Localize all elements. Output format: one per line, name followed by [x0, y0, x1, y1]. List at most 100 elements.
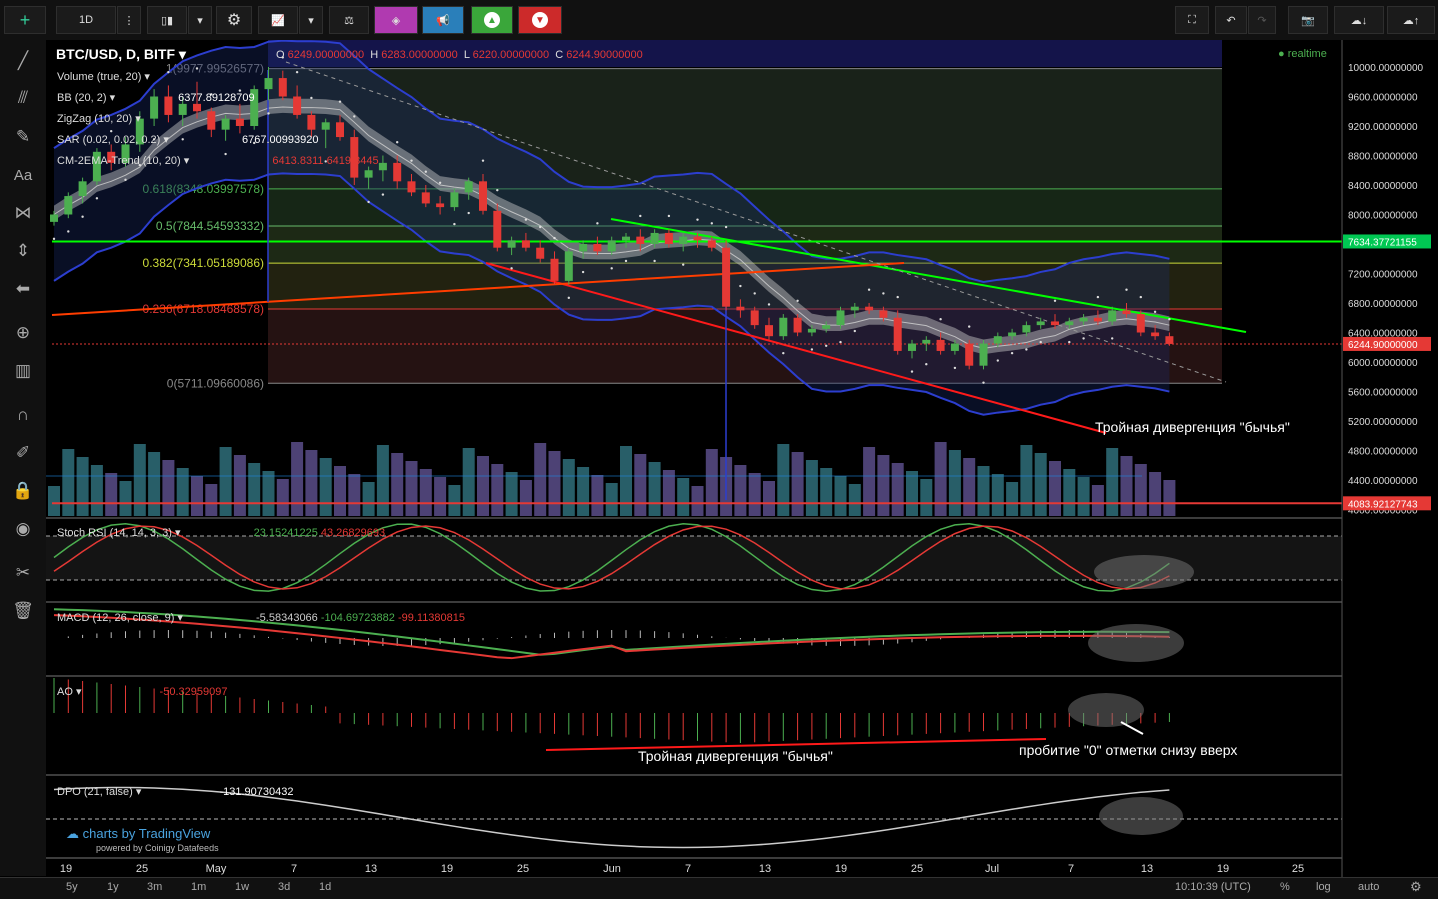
crosshair-cursor-button[interactable]: + — [4, 6, 46, 34]
time-axis-tick: 25 — [911, 863, 923, 875]
crosshair-icon: + — [19, 9, 31, 30]
candle-body — [221, 118, 230, 130]
sar-dot — [624, 259, 628, 263]
pattern-tool[interactable]: ⋈ — [8, 200, 38, 226]
time-axis-tick: 13 — [1141, 863, 1153, 875]
tradingview-watermark[interactable]: ☁ charts by TradingView — [66, 826, 210, 842]
volume-bar — [462, 448, 475, 516]
bars-tool[interactable]: ▥ — [8, 358, 38, 384]
bars-icon: ▥ — [14, 361, 32, 380]
sar-dot — [353, 115, 356, 118]
legend-zigzag[interactable]: ZigZag (10, 20) ▾ — [57, 112, 141, 125]
candle-body — [479, 181, 487, 211]
legend-dpo[interactable]: DPO (21, false) ▾ -131.90730432 — [57, 785, 293, 798]
range-1m[interactable]: 1m — [191, 881, 206, 893]
trendline-icon: ╱ — [17, 51, 29, 70]
time-axis-tick: 19 — [835, 863, 847, 875]
compare-button[interactable]: ⚖ — [329, 6, 369, 34]
candle-body — [278, 78, 287, 97]
publish-button[interactable]: 📢 — [422, 6, 464, 34]
text-tool[interactable]: Aa — [8, 162, 38, 188]
volume-bar — [233, 455, 246, 516]
interval-dropdown[interactable]: ⋮ — [117, 6, 141, 34]
volume-bar — [691, 486, 704, 516]
symbol-title[interactable]: BTC/USD, D, BITF ▾ — [56, 46, 186, 63]
legend-stoch[interactable]: Stoch RSI (14, 14, 3, 3) ▾ 23.15241225 4… — [57, 526, 385, 539]
volume-bar — [1120, 456, 1133, 516]
load-layout-button[interactable]: ☁↓ — [1334, 6, 1384, 34]
back-tool[interactable]: ⬅ — [8, 276, 38, 302]
candle-body — [1022, 325, 1031, 333]
undo-button[interactable]: ↶ — [1215, 6, 1247, 34]
sar-dot — [410, 159, 413, 162]
time-axis-tick: 25 — [517, 863, 529, 875]
brush-tool[interactable]: ✎ — [8, 124, 38, 150]
save-layout-button[interactable]: ☁↑ — [1387, 6, 1435, 34]
bar-style-dropdown[interactable]: ▾ — [188, 6, 212, 34]
fullscreen-button[interactable]: ⛶ — [1175, 6, 1209, 34]
macd-highlight — [1088, 624, 1184, 662]
indicators-dropdown[interactable]: ▾ — [299, 6, 323, 34]
sell-button[interactable]: ▼ — [518, 6, 562, 34]
legend-ao[interactable]: AO ▾ -50.32959097 — [57, 685, 227, 698]
ohlc-readout: O 6249.00000000 H 6283.00000000 L 6220.0… — [276, 49, 643, 61]
redo-button[interactable]: ↷ — [1248, 6, 1276, 34]
candle-body — [193, 103, 201, 112]
auto-toggle[interactable]: auto — [1358, 881, 1379, 893]
price-axis-tick: 5200.00000000 — [1348, 417, 1418, 428]
zoom-icon: ⊕ — [15, 323, 31, 342]
lock-tool[interactable]: 🔒 — [8, 478, 38, 504]
hide-tool[interactable]: ◉ — [8, 516, 38, 542]
range-3d[interactable]: 3d — [278, 881, 290, 893]
sar-dot — [596, 222, 599, 225]
volume-bar — [519, 480, 532, 516]
chart-settings-button[interactable]: ⚙ — [1410, 879, 1422, 895]
fib-level-label: 0(5711.09660086) — [167, 376, 264, 390]
sar-dot — [110, 129, 113, 133]
volume-bar — [248, 463, 261, 516]
trash-icon: 🗑 — [12, 601, 34, 620]
percent-toggle[interactable]: % — [1280, 881, 1290, 893]
candle-body — [664, 232, 673, 244]
pitchfork-tool[interactable]: ⫻ — [8, 85, 38, 111]
time-axis-tick: 13 — [365, 863, 377, 875]
range-5y[interactable]: 5y — [66, 881, 78, 893]
price-axis-tick: 4800.00000000 — [1348, 447, 1418, 458]
text-icon: Aa — [13, 166, 33, 184]
time-axis-tick: Jun — [603, 863, 621, 875]
settings-button[interactable]: ⚙ — [216, 6, 252, 34]
remove-tools[interactable]: ✂ — [8, 560, 38, 586]
range-1d[interactable]: 1d — [319, 881, 331, 893]
volume-bar — [777, 444, 790, 516]
indicators-button[interactable]: 📈 — [258, 6, 298, 34]
undo-icon: ↶ — [1226, 14, 1236, 27]
bar-style-button[interactable]: ▯▮ — [147, 6, 187, 34]
stay-drawing-tool[interactable]: ✐ — [8, 440, 38, 466]
sar-dot — [910, 370, 914, 373]
measure-tool[interactable]: ⇕ — [8, 238, 38, 264]
chevron-down-icon: ⋮ — [123, 14, 135, 27]
legend-volume[interactable]: Volume (true, 20) ▾ — [57, 70, 150, 83]
cube-button[interactable]: ◈ — [374, 6, 418, 34]
zoom-tool[interactable]: ⊕ — [8, 320, 38, 346]
sar-dot — [67, 230, 70, 233]
buy-button[interactable]: ▲ — [471, 6, 513, 34]
volume-bar — [305, 450, 318, 516]
sar-dot — [396, 141, 399, 144]
clock: 10:10:39 (UTC) — [1175, 881, 1251, 893]
interval-button[interactable]: 1D — [56, 6, 116, 34]
magnet-tool[interactable]: ∩ — [8, 402, 38, 428]
legend-ema-trend[interactable]: CM-2EMA-Trend (10, 20) ▾ 6413.8311 6419.… — [57, 154, 379, 167]
trendline-tool[interactable]: ╱ — [8, 48, 38, 74]
range-1y[interactable]: 1y — [107, 881, 119, 893]
legend-sar[interactable]: SAR (0.02, 0.02, 0.2) ▾ 6767.00993920 — [57, 133, 318, 146]
legend-bb[interactable]: BB (20, 2) ▾ 6377.89128709 — [57, 91, 255, 104]
trash-tool[interactable]: 🗑 — [8, 598, 38, 624]
legend-macd[interactable]: MACD (12, 26, close, 9) ▾ -5.58343066 -1… — [57, 611, 465, 624]
snapshot-button[interactable]: 📷 — [1288, 6, 1328, 34]
log-toggle[interactable]: log — [1316, 881, 1331, 893]
range-3m[interactable]: 3m — [147, 881, 162, 893]
chevron-down-icon: ▾ — [197, 14, 203, 27]
range-1w[interactable]: 1w — [235, 881, 249, 893]
volume-bar — [791, 452, 804, 516]
